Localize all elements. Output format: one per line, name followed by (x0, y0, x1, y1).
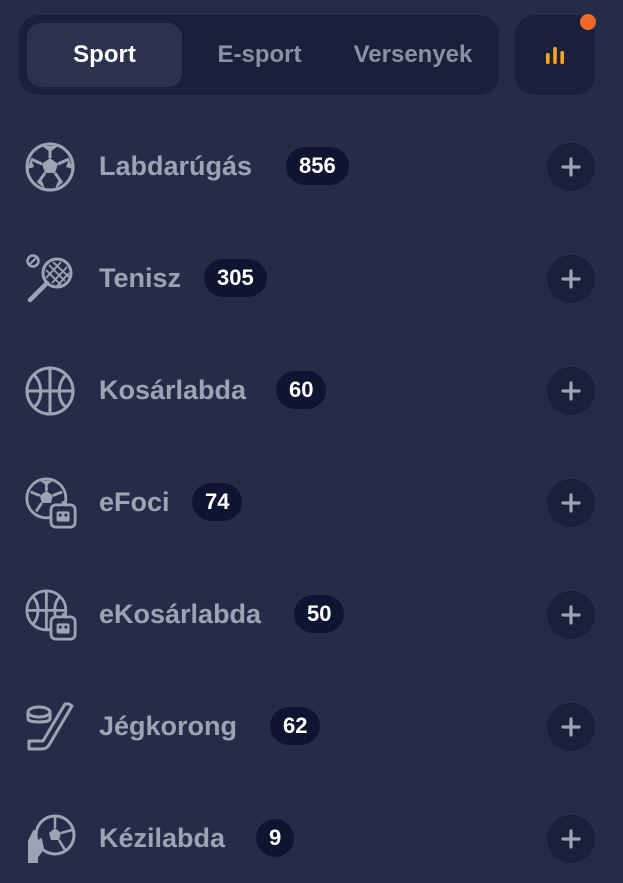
event-count-badge: 60 (276, 371, 327, 409)
basketball-icon (25, 366, 75, 416)
add-button[interactable] (547, 367, 595, 415)
event-count-badge: 856 (286, 147, 349, 185)
sport-list: Labdarúgás 856 Tenisz 305 Kosárlabda 60 … (0, 110, 623, 883)
plus-icon (561, 605, 581, 625)
bar-chart-icon (546, 47, 564, 64)
esoccer-icon (25, 477, 77, 529)
tab-sport[interactable]: Sport (27, 23, 182, 87)
add-button[interactable] (547, 143, 595, 191)
ebasketball-icon (25, 589, 77, 641)
sport-row-labdarugas[interactable]: Labdarúgás 856 (0, 110, 623, 222)
sport-name: Jégkorong (99, 710, 238, 741)
event-count-badge: 74 (192, 483, 243, 521)
tennis-racket-icon (26, 254, 73, 303)
category-tabs: Sport E-sport Versenyek (19, 15, 499, 95)
sport-row-efoci[interactable]: eFoci 74 (0, 446, 623, 558)
sport-row-jegkorong[interactable]: Jégkorong 62 (0, 670, 623, 782)
event-count-badge: 62 (270, 707, 321, 745)
plus-icon (561, 157, 581, 177)
soccer-ball-icon (25, 142, 75, 192)
plus-icon (561, 829, 581, 849)
sport-name: eKosárlabda (99, 598, 262, 629)
event-count-badge: 50 (294, 595, 345, 633)
tab-esport[interactable]: E-sport (182, 23, 337, 87)
tab-versenyek[interactable]: Versenyek (337, 23, 489, 87)
handball-icon (28, 814, 76, 863)
sport-row-tenisz[interactable]: Tenisz 305 (0, 222, 623, 334)
event-count-badge: 305 (204, 259, 267, 297)
plus-icon (561, 493, 581, 513)
sport-name: Kézilabda (99, 822, 226, 853)
plus-icon (561, 381, 581, 401)
ice-hockey-icon (26, 702, 74, 751)
add-button[interactable] (547, 703, 595, 751)
sport-name: Tenisz (99, 262, 182, 293)
sport-name: Labdarúgás (99, 150, 253, 181)
sport-row-kezilabda[interactable]: Kézilabda 9 (0, 782, 623, 883)
event-count-badge: 9 (256, 819, 295, 857)
sport-name: Kosárlabda (99, 374, 247, 405)
sport-name: eFoci (99, 486, 170, 517)
sports-panel: Sport E-sport Versenyek Labdarúgás 856 T… (0, 0, 623, 883)
add-button[interactable] (547, 255, 595, 303)
add-button[interactable] (547, 591, 595, 639)
add-button[interactable] (547, 815, 595, 863)
add-button[interactable] (547, 479, 595, 527)
plus-icon (561, 717, 581, 737)
plus-icon (561, 269, 581, 289)
sport-row-kosarlabda[interactable]: Kosárlabda 60 (0, 334, 623, 446)
notification-dot (580, 14, 596, 30)
sport-row-ekosarlabda[interactable]: eKosárlabda 50 (0, 558, 623, 670)
